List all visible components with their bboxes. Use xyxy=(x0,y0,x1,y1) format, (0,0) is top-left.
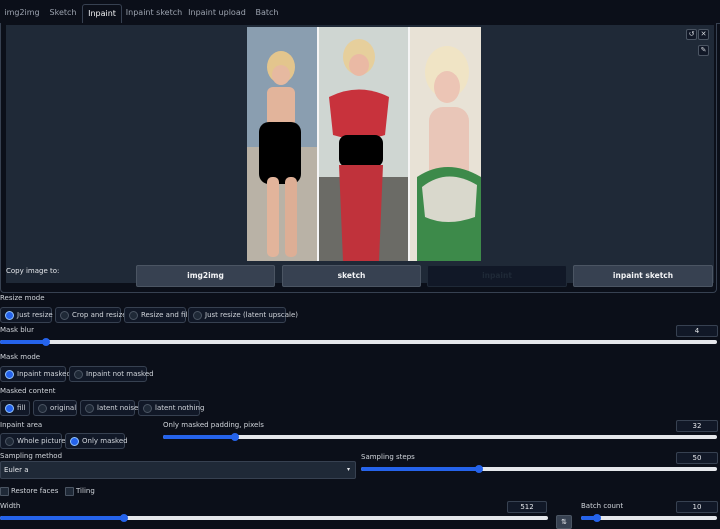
copy-image-label: Copy image to: xyxy=(6,267,60,275)
copy-to-sketch-button[interactable]: sketch xyxy=(282,265,421,287)
inpaint-area-only-masked-radio[interactable]: Only masked xyxy=(65,433,128,449)
sampling-method-dropdown[interactable]: Euler a ▾ xyxy=(0,461,356,479)
chevron-down-icon: ▾ xyxy=(346,466,350,473)
padding-slider[interactable] xyxy=(163,433,717,441)
undo-icon[interactable]: ↺ xyxy=(686,29,697,40)
brush-icon[interactable]: ✎ xyxy=(698,45,709,56)
sampling-steps-slider[interactable] xyxy=(361,465,717,473)
tab-img2img[interactable]: img2img xyxy=(0,4,44,24)
padding-label: Only masked padding, pixels xyxy=(163,421,264,429)
mask-blur-value[interactable]: 4 xyxy=(676,325,718,337)
width-slider[interactable] xyxy=(0,514,548,522)
tab-batch[interactable]: Batch xyxy=(250,4,284,24)
batch-count-slider[interactable] xyxy=(581,514,717,522)
batch-count-label: Batch count xyxy=(581,502,624,510)
resize-mode-label: Resize mode xyxy=(0,294,45,302)
close-icon[interactable]: ✕ xyxy=(698,29,709,40)
mask-blur-slider[interactable] xyxy=(0,338,717,346)
padding-value[interactable]: 32 xyxy=(676,420,718,432)
resize-crop-radio[interactable]: Crop and resize xyxy=(55,307,127,323)
width-value[interactable]: 512 xyxy=(507,501,547,513)
copy-to-inpaint-sketch-button[interactable]: inpaint sketch xyxy=(573,265,713,287)
input-image xyxy=(247,27,481,261)
width-label: Width xyxy=(0,502,21,510)
resize-fill-radio[interactable]: Resize and fill xyxy=(124,307,189,323)
batch-count-value[interactable]: 10 xyxy=(676,501,718,513)
swap-dimensions-button[interactable]: ⇅ xyxy=(556,515,572,529)
copy-to-inpaint-button[interactable]: inpaint xyxy=(427,265,567,287)
tab-inpaint-sketch[interactable]: Inpaint sketch xyxy=(124,4,184,24)
masked-content-label: Masked content xyxy=(0,387,56,395)
masked-content-fill-radio[interactable]: fill xyxy=(0,400,30,416)
inpaint-area-whole-picture-radio[interactable]: Whole picture xyxy=(0,433,66,449)
tab-sketch[interactable]: Sketch xyxy=(45,4,81,24)
mask-mode-label: Mask mode xyxy=(0,353,41,361)
tiling-checkbox[interactable]: Tiling xyxy=(65,487,95,496)
masked-content-latent-nothing-radio[interactable]: latent nothing xyxy=(138,400,204,416)
tab-inpaint-upload[interactable]: Inpaint upload xyxy=(186,4,248,24)
resize-latent-upscale-radio[interactable]: Just resize (latent upscale) xyxy=(188,307,298,323)
sampling-steps-value[interactable]: 50 xyxy=(676,452,718,464)
tab-inpaint[interactable]: Inpaint xyxy=(82,4,122,24)
inpaint-canvas[interactable]: ↺ ✕ ✎ xyxy=(6,25,714,283)
masked-content-original-radio[interactable]: original xyxy=(33,400,77,416)
sampling-steps-label: Sampling steps xyxy=(361,453,415,461)
inpaint-area-label: Inpaint area xyxy=(0,421,43,429)
sampling-method-label: Sampling method xyxy=(0,452,63,460)
resize-just-resize-radio[interactable]: Just resize xyxy=(0,307,53,323)
tab-bar: img2img Sketch Inpaint Inpaint sketch In… xyxy=(0,0,720,24)
mask-mode-inpaint-not-masked-radio[interactable]: Inpaint not masked xyxy=(69,366,154,382)
mask-blur-label: Mask blur xyxy=(0,326,34,334)
copy-to-img2img-button[interactable]: img2img xyxy=(136,265,275,287)
restore-faces-checkbox[interactable]: Restore faces xyxy=(0,487,58,496)
inpaint-panel: ↺ ✕ ✎ Copy image to: img2img sketch inpa… xyxy=(0,23,717,293)
sampling-method-value: Euler a xyxy=(4,466,29,474)
masked-content-latent-noise-radio[interactable]: latent noise xyxy=(80,400,138,416)
mask-mode-inpaint-masked-radio[interactable]: Inpaint masked xyxy=(0,366,71,382)
